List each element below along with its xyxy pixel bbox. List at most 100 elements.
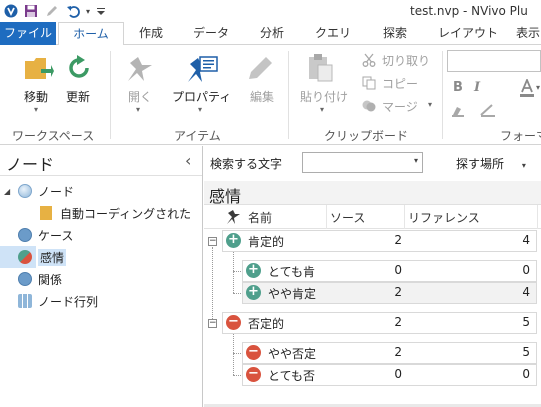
- row-name: やや肯定: [268, 287, 317, 301]
- ribbon: 移動 ▾ 更新 ワークスペース 開く ▾ プロパティ ▾ 編集 アイテム 貼り付…: [0, 45, 541, 145]
- row-references: 4: [522, 285, 530, 299]
- nodes-icon: [18, 184, 32, 198]
- edit-pencil-icon[interactable]: [44, 3, 60, 19]
- navigation-pane: ノード ‹ ◢ ノード 自動コーディングされた ケース 感情 関係 ノード行列: [0, 146, 203, 407]
- nav-header: ノード ‹: [0, 146, 202, 176]
- column-name[interactable]: 名前: [248, 209, 272, 226]
- move-button[interactable]: 移動 ▾: [20, 55, 56, 121]
- search-input[interactable]: ▾: [302, 152, 423, 173]
- edit-button: 編集: [244, 55, 280, 121]
- nav-title: ノード: [6, 155, 55, 174]
- tab-view[interactable]: 表示: [516, 22, 541, 45]
- collapse-node-icon[interactable]: −: [208, 237, 217, 246]
- row-name: やや否定: [268, 347, 317, 361]
- window-title: test.nvp - NVivo Plu: [410, 4, 528, 18]
- customize-qat-icon[interactable]: [96, 3, 106, 19]
- table-row-positive[interactable]: − + 肯定的 2 4: [204, 230, 541, 252]
- table-row-somewhat-negative[interactable]: − やや否定 2 5: [204, 342, 541, 364]
- tab-home[interactable]: ホーム: [58, 22, 124, 46]
- search-dropdown-icon[interactable]: ▾: [414, 156, 418, 165]
- positive-sentiment-icon: +: [226, 233, 241, 248]
- group-label-workspace: ワークスペース: [12, 129, 95, 143]
- group-label-format: フォーマ: [500, 129, 541, 143]
- table-row-very-positive[interactable]: + とても肯 0 0: [204, 260, 541, 282]
- open-dropdown-icon: ▾: [136, 105, 141, 114]
- negative-sentiment-icon: −: [246, 345, 261, 360]
- merge-button: マージ ▾: [362, 97, 442, 117]
- search-label: 検索する文字: [210, 157, 283, 171]
- collapse-pane-icon[interactable]: ‹: [185, 151, 191, 170]
- move-dropdown-icon: ▾: [34, 105, 39, 114]
- sentiment-icon: [18, 250, 32, 264]
- row-references: 5: [522, 345, 530, 359]
- tab-layout[interactable]: レイアウト: [432, 22, 504, 45]
- column-sources[interactable]: ソース: [330, 209, 365, 226]
- merge-icon: [362, 99, 376, 116]
- line-style-icon: [480, 103, 496, 117]
- node-matrices-icon: [18, 294, 32, 308]
- cut-button: 切り取り: [362, 51, 442, 71]
- nav-item-relationships[interactable]: 関係: [0, 268, 200, 290]
- nav-item-nodes[interactable]: ◢ ノード: [0, 180, 200, 202]
- collapse-node-icon[interactable]: −: [208, 319, 217, 328]
- tab-explore[interactable]: 探索: [372, 22, 418, 45]
- tab-query[interactable]: クエリ: [308, 22, 358, 45]
- ribbon-tab-bar: ファイル ホーム 作成 データ 分析 クエリ 探索 レイアウト 表示: [0, 22, 541, 46]
- row-sources: 0: [394, 367, 402, 381]
- row-name: 肯定的: [248, 235, 285, 249]
- refresh-icon: [66, 55, 92, 84]
- column-references[interactable]: リファレンス: [408, 209, 480, 226]
- copy-icon: [362, 76, 376, 93]
- table-row-somewhat-positive[interactable]: + やや肯定 2 4: [204, 282, 541, 304]
- row-references: 5: [522, 315, 530, 329]
- properties-button[interactable]: プロパティ ▾: [168, 55, 234, 121]
- group-separator: [442, 51, 443, 139]
- title-bar: ▾ test.nvp - NVivo Plu: [0, 0, 541, 22]
- font-color-icon: [519, 77, 535, 97]
- group-label-clipboard: クリップボード: [324, 129, 409, 143]
- paste-clipboard-icon: [308, 53, 334, 86]
- bold-button: B: [453, 80, 463, 95]
- properties-dropdown-icon: ▾: [198, 105, 203, 114]
- row-sources: 0: [394, 263, 402, 277]
- properties-icon: [186, 55, 218, 86]
- undo-dropdown-icon[interactable]: ▾: [83, 3, 93, 19]
- merge-dropdown-icon: ▾: [428, 100, 433, 109]
- tab-create[interactable]: 作成: [128, 22, 174, 45]
- undo-icon[interactable]: [65, 3, 81, 19]
- search-in-button[interactable]: 探す場所 ▾: [456, 155, 526, 172]
- table-row-very-negative[interactable]: − とても否 0 0: [204, 364, 541, 386]
- nav-item-cases[interactable]: ケース: [0, 224, 200, 246]
- font-name-combo: [447, 50, 541, 72]
- group-separator: [288, 51, 289, 139]
- nav-item-autocoded[interactable]: 自動コーディングされた: [0, 202, 200, 224]
- table-row-negative[interactable]: − − 否定的 2 5: [204, 312, 541, 334]
- nav-item-sentiment-content[interactable]: 感情: [0, 246, 200, 268]
- copy-button: コピー: [362, 74, 442, 94]
- folder-icon: [40, 206, 52, 220]
- row-references: 4: [522, 233, 530, 247]
- column-header-row: 名前 ソース リファレンス: [204, 205, 541, 229]
- tree-expand-icon[interactable]: ◢: [4, 187, 18, 196]
- negative-sentiment-icon: −: [246, 367, 261, 382]
- refresh-button[interactable]: 更新: [62, 55, 98, 121]
- content-title: 感情: [209, 187, 242, 206]
- row-references: 0: [522, 263, 530, 277]
- relationships-icon: [18, 272, 32, 286]
- row-sources: 2: [394, 345, 402, 359]
- find-toolbar: 検索する文字 ▾ 探す場所 ▾: [204, 150, 541, 176]
- tab-analyze[interactable]: 分析: [250, 22, 294, 45]
- tab-data[interactable]: データ: [186, 22, 236, 45]
- save-icon[interactable]: [23, 3, 39, 19]
- row-sources: 2: [394, 315, 402, 329]
- font-color-dropdown-icon: ▾: [536, 83, 541, 92]
- tab-file[interactable]: ファイル: [0, 22, 56, 45]
- italic-button: I: [473, 80, 481, 95]
- column-separator: [404, 205, 405, 229]
- open-pin-icon: [124, 55, 154, 86]
- nav-item-node-matrices[interactable]: ノード行列: [0, 290, 200, 312]
- group-separator: [110, 51, 111, 139]
- row-references: 0: [522, 367, 530, 381]
- row-sources: 2: [394, 233, 402, 247]
- open-button: 開く ▾: [122, 55, 158, 121]
